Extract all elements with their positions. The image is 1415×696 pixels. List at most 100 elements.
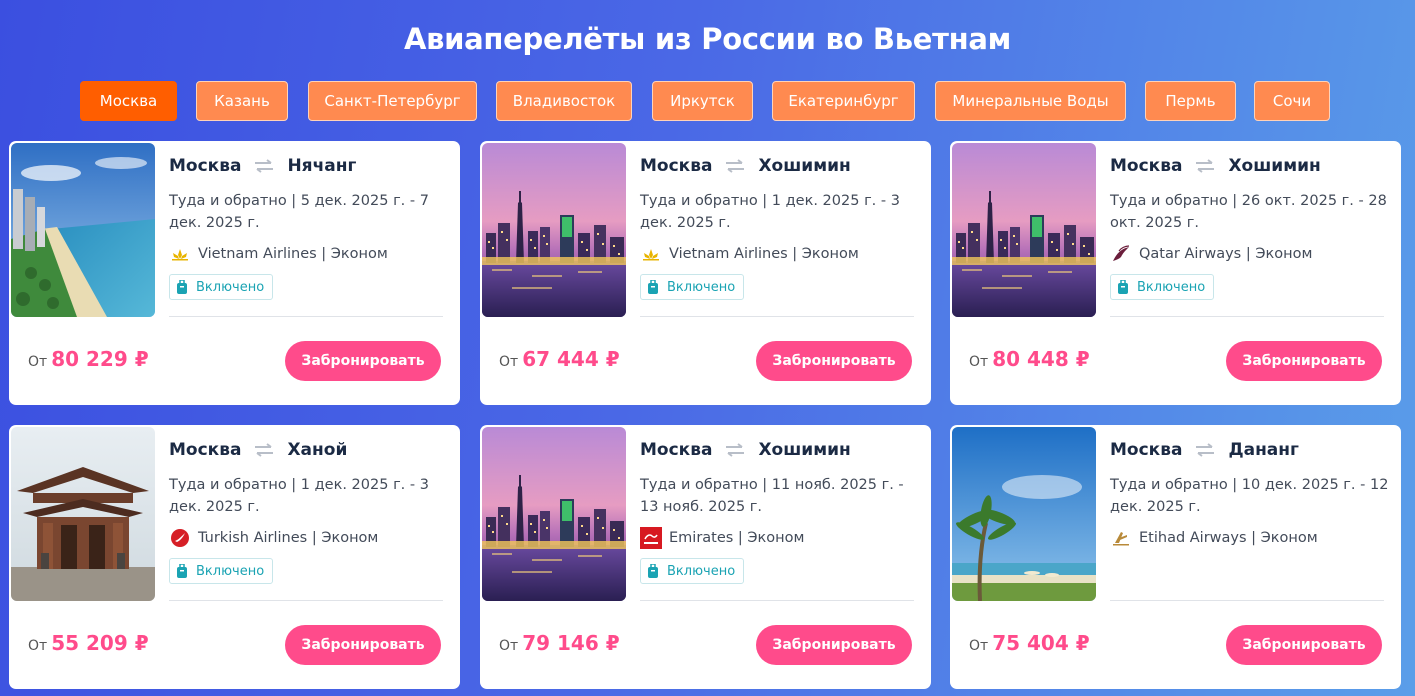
flight-card: Москва Ханой Туда и обратно | 1 дек. 202… <box>9 425 460 689</box>
price: От 80 229 ₽ <box>28 347 149 371</box>
city-tab-saint-petersburg[interactable]: Санкт-Петербург <box>308 81 477 121</box>
baggage-badge: Включено <box>640 274 745 300</box>
divider <box>1110 316 1384 317</box>
flight-card: Москва Хошимин Туда и обратно | 1 дек. 2… <box>480 141 931 405</box>
qatar-oryx-icon <box>1110 245 1132 263</box>
airline-name: Etihad Airways | Эконом <box>1139 530 1318 546</box>
baggage-badge: Включено <box>640 558 745 584</box>
city-tab-sochi[interactable]: Сочи <box>1254 81 1330 121</box>
baggage-badge: Включено <box>1110 274 1215 300</box>
price-value: 55 209 ₽ <box>51 631 149 655</box>
book-button[interactable]: Забронировать <box>756 625 912 665</box>
price-prefix: От <box>499 354 519 370</box>
trip-dates: Туда и обратно | 1 дек. 2025 г. - 3 дек.… <box>640 193 900 231</box>
baggage-label: Включено <box>667 279 736 295</box>
book-button[interactable]: Забронировать <box>1226 625 1382 665</box>
route: Москва Хошимин <box>1110 156 1321 176</box>
city-tab-kazan[interactable]: Казань <box>196 81 288 121</box>
price: От 79 146 ₽ <box>499 631 620 655</box>
book-button[interactable]: Забронировать <box>1226 341 1382 381</box>
etihad-icon <box>1110 529 1132 547</box>
route: Москва Дананг <box>1110 440 1299 460</box>
airline-name: Vietnam Airlines | Эконом <box>669 246 859 262</box>
divider <box>640 316 914 317</box>
route-from: Москва <box>169 156 242 176</box>
price-value: 80 229 ₽ <box>51 347 149 371</box>
airline-info: Qatar Airways | Эконом <box>1110 245 1312 263</box>
divider <box>169 316 443 317</box>
book-button[interactable]: Забронировать <box>285 625 441 665</box>
route-to: Ханой <box>287 440 348 460</box>
price: От 55 209 ₽ <box>28 631 149 655</box>
luggage-icon <box>647 280 659 294</box>
route: Москва Нячанг <box>169 156 356 176</box>
airline-info: Vietnam Airlines | Эконом <box>169 245 388 263</box>
price: От 75 404 ₽ <box>969 631 1090 655</box>
route: Москва Ханой <box>169 440 347 460</box>
baggage-label: Включено <box>196 563 265 579</box>
trip-dates: Туда и обратно | 10 дек. 2025 г. - 12 де… <box>1110 477 1389 515</box>
airline-name: Emirates | Эконом <box>669 530 805 546</box>
luggage-icon <box>647 564 659 578</box>
baggage-label: Включено <box>196 279 265 295</box>
flight-card: Москва Нячанг Туда и обратно | 5 дек. 20… <box>9 141 460 405</box>
route-from: Москва <box>1110 440 1183 460</box>
airline-info: Turkish Airlines | Эконом <box>169 529 378 547</box>
route-to: Дананг <box>1228 440 1299 460</box>
route-to: Хошимин <box>758 156 851 176</box>
baggage-label: Включено <box>1137 279 1206 295</box>
swap-arrows-icon <box>1194 443 1216 457</box>
flight-card: Москва Дананг Туда и обратно | 10 дек. 2… <box>950 425 1401 689</box>
flight-card: Москва Хошимин Туда и обратно | 11 нояб.… <box>480 425 931 689</box>
book-button[interactable]: Забронировать <box>756 341 912 381</box>
book-button[interactable]: Забронировать <box>285 341 441 381</box>
route-to: Нячанг <box>287 156 357 176</box>
price: От 80 448 ₽ <box>969 347 1090 371</box>
baggage-label: Включено <box>667 563 736 579</box>
vietnam-airlines-lotus-icon <box>640 245 662 263</box>
airline-name: Qatar Airways | Эконом <box>1139 246 1313 262</box>
destination-photo <box>482 143 626 317</box>
destination-photo <box>952 143 1096 317</box>
price-value: 75 404 ₽ <box>992 631 1090 655</box>
route-from: Москва <box>169 440 242 460</box>
city-tab-irkutsk[interactable]: Иркутск <box>652 81 753 121</box>
city-tab-vladivostok[interactable]: Владивосток <box>496 81 632 121</box>
city-tab-yekaterinburg[interactable]: Екатеринбург <box>772 81 915 121</box>
price-value: 67 444 ₽ <box>522 347 620 371</box>
route: Москва Хошимин <box>640 440 851 460</box>
trip-dates: Туда и обратно | 26 окт. 2025 г. - 28 ок… <box>1110 193 1387 231</box>
price-prefix: От <box>499 638 519 654</box>
route: Москва Хошимин <box>640 156 851 176</box>
luggage-icon <box>176 564 188 578</box>
route-from: Москва <box>1110 156 1183 176</box>
destination-photo <box>11 143 155 317</box>
city-tab-moscow[interactable]: Москва <box>80 81 177 121</box>
route-from: Москва <box>640 156 713 176</box>
trip-dates: Туда и обратно | 5 дек. 2025 г. - 7 дек.… <box>169 193 429 231</box>
divider <box>169 600 443 601</box>
page-title: Авиаперелёты из России во Вьетнам <box>403 22 1012 56</box>
route-to: Хошимин <box>758 440 851 460</box>
airline-name: Turkish Airlines | Эконом <box>198 530 379 546</box>
flight-card: Москва Хошимин Туда и обратно | 26 окт. … <box>950 141 1401 405</box>
swap-arrows-icon <box>1194 159 1216 173</box>
city-tab-perm[interactable]: Пермь <box>1145 81 1236 121</box>
route-to: Хошимин <box>1228 156 1321 176</box>
swap-arrows-icon <box>253 159 275 173</box>
airline-info: Etihad Airways | Эконом <box>1110 529 1318 547</box>
city-tab-mineralnye-vody[interactable]: Минеральные Воды <box>935 81 1126 121</box>
swap-arrows-icon <box>253 443 275 457</box>
trip-dates: Туда и обратно | 1 дек. 2025 г. - 3 дек.… <box>169 477 429 515</box>
price: От 67 444 ₽ <box>499 347 620 371</box>
emirates-icon <box>640 527 662 549</box>
baggage-badge: Включено <box>169 274 274 300</box>
airline-name: Vietnam Airlines | Эконом <box>198 246 388 262</box>
destination-photo <box>482 427 626 601</box>
luggage-icon <box>1117 280 1129 294</box>
airline-info: Emirates | Эконом <box>640 527 805 549</box>
price-prefix: От <box>969 354 989 370</box>
baggage-badge: Включено <box>169 558 274 584</box>
price-prefix: От <box>28 354 48 370</box>
destination-photo <box>952 427 1096 601</box>
